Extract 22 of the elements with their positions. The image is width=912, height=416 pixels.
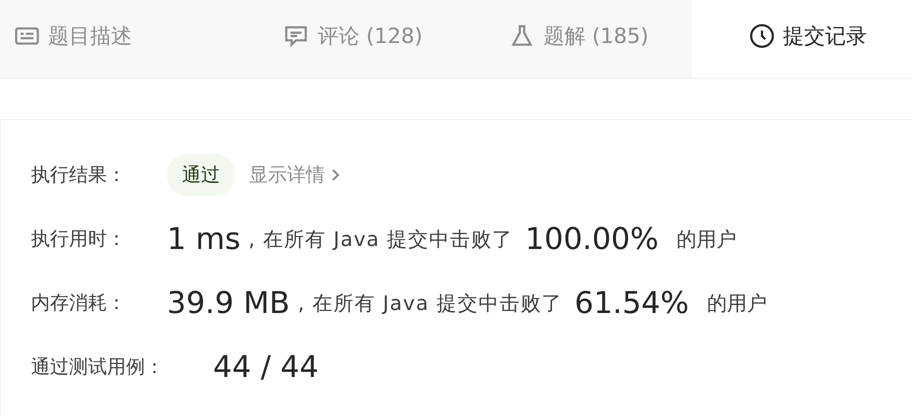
- stat-value: 39.9 MB: [167, 286, 290, 320]
- field-label: 执行用时：: [31, 227, 127, 252]
- test-count: 44 / 44: [213, 350, 319, 384]
- stat-text: 的用户: [706, 290, 767, 316]
- clock-icon: [749, 23, 775, 49]
- tab[interactable]: 评论 (128): [240, 0, 466, 78]
- stat-text: 的用户: [676, 226, 737, 252]
- stat-value: 1 ms: [167, 222, 240, 256]
- flask-icon: [509, 23, 536, 49]
- stat-text: , 在所有 Java 提交中击败了: [298, 290, 562, 316]
- stat-text: , 在所有 Java 提交中击败了: [248, 226, 514, 252]
- tab[interactable]: 提交记录: [692, 0, 912, 78]
- tab[interactable]: 题解 (185): [466, 0, 692, 78]
- details-link[interactable]: 显示详情: [249, 162, 340, 188]
- chevron-right-icon: [331, 168, 340, 182]
- percent-value: 61.54%: [574, 286, 689, 320]
- tab[interactable]: 题目描述: [0, 0, 240, 78]
- field-label: 通过测试用例：: [31, 355, 165, 380]
- status-badge: 通过: [167, 154, 235, 196]
- percent-value: 100.00%: [525, 222, 659, 256]
- field-label: 执行结果：: [31, 163, 127, 188]
- field-label: 内存消耗：: [31, 291, 127, 316]
